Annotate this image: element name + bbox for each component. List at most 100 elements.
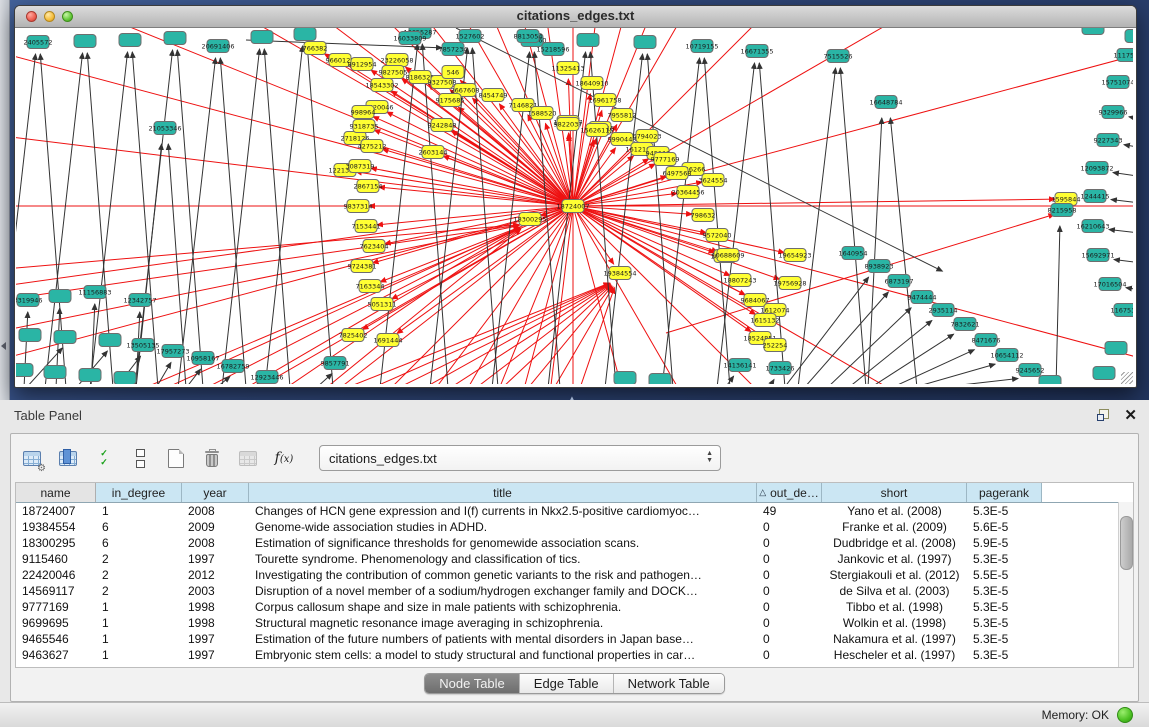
- cell-pagerank[interactable]: 5.6E-5: [967, 519, 1042, 535]
- tab-node-table[interactable]: Node Table: [425, 674, 520, 693]
- graph-node[interactable]: [119, 34, 141, 47]
- cell-out_degree[interactable]: 49: [757, 503, 822, 519]
- cell-in_degree[interactable]: 1: [96, 503, 182, 519]
- cell-year[interactable]: 1998: [182, 599, 249, 615]
- cell-short[interactable]: Nakamura et al. (1997): [822, 631, 967, 647]
- graph-node[interactable]: [1125, 30, 1133, 43]
- cell-out_degree[interactable]: 0: [757, 519, 822, 535]
- table-row[interactable]: 1456911722003Disruption of a novel membe…: [16, 583, 1133, 599]
- cell-name[interactable]: 19384554: [16, 519, 96, 535]
- cell-title[interactable]: Embryonic stem cells: a model to study s…: [249, 647, 757, 663]
- graph-node[interactable]: [1105, 342, 1127, 355]
- graph-node[interactable]: [614, 372, 636, 385]
- cell-pagerank[interactable]: 5.3E-5: [967, 583, 1042, 599]
- cell-out_degree[interactable]: 0: [757, 535, 822, 551]
- cell-short[interactable]: Franke et al. (2009): [822, 519, 967, 535]
- cell-in_degree[interactable]: 6: [96, 519, 182, 535]
- cell-in_degree[interactable]: 1: [96, 599, 182, 615]
- cell-title[interactable]: Corpus callosum shape and size in male p…: [249, 599, 757, 615]
- network-window[interactable]: citations_edges.txt 76638296601288912954…: [14, 5, 1137, 388]
- graph-node[interactable]: [1082, 28, 1104, 35]
- cell-title[interactable]: Structural magnetic resonance image aver…: [249, 615, 757, 631]
- tab-edge-table[interactable]: Edge Table: [520, 674, 614, 693]
- network-view[interactable]: 7663829660128891295423226058982750581863…: [16, 28, 1135, 386]
- cell-in_degree[interactable]: 2: [96, 551, 182, 567]
- graph-node[interactable]: [99, 334, 121, 347]
- graph-node[interactable]: [19, 329, 41, 342]
- cell-name[interactable]: 9777169: [16, 599, 96, 615]
- create-column-button[interactable]: [163, 444, 189, 472]
- cell-title[interactable]: Estimation of significance thresholds fo…: [249, 535, 757, 551]
- cell-year[interactable]: 2009: [182, 519, 249, 535]
- graph-node[interactable]: [649, 374, 671, 385]
- cell-pagerank[interactable]: 5.3E-5: [967, 599, 1042, 615]
- graph-node[interactable]: [74, 35, 96, 48]
- show-columns-button[interactable]: [55, 444, 81, 472]
- tab-network-table[interactable]: Network Table: [614, 674, 724, 693]
- cell-pagerank[interactable]: 5.3E-5: [967, 615, 1042, 631]
- graph-node[interactable]: [164, 32, 186, 45]
- table-selector-dropdown[interactable]: citations_edges.txt ▲▼: [319, 445, 721, 471]
- cell-in_degree[interactable]: 6: [96, 535, 182, 551]
- graph-node[interactable]: [294, 28, 316, 41]
- scrollbar-thumb[interactable]: [1120, 516, 1133, 570]
- cell-year[interactable]: 2008: [182, 503, 249, 519]
- cell-short[interactable]: Wolkin et al. (1998): [822, 615, 967, 631]
- cell-title[interactable]: Estimation of the future numbers of pati…: [249, 631, 757, 647]
- select-all-columns-button[interactable]: ✓✓: [91, 444, 117, 472]
- table-mode-button[interactable]: ⚙: [19, 444, 45, 472]
- column-header-name[interactable]: name: [16, 483, 96, 502]
- column-header-pagerank[interactable]: pagerank: [967, 483, 1042, 502]
- cell-pagerank[interactable]: 5.3E-5: [967, 631, 1042, 647]
- table-row[interactable]: 1830029562008Estimation of significance …: [16, 535, 1133, 551]
- cell-out_degree[interactable]: 0: [757, 599, 822, 615]
- cell-pagerank[interactable]: 5.3E-5: [967, 503, 1042, 519]
- cell-out_degree[interactable]: 0: [757, 631, 822, 647]
- cell-title[interactable]: Disruption of a novel member of a sodium…: [249, 583, 757, 599]
- cell-name[interactable]: 9699695: [16, 615, 96, 631]
- cell-title[interactable]: Changes of HCN gene expression and I(f) …: [249, 503, 757, 519]
- cell-out_degree[interactable]: 0: [757, 551, 822, 567]
- cell-in_degree[interactable]: 1: [96, 631, 182, 647]
- table-row[interactable]: 946362711997Embryonic stem cells: a mode…: [16, 647, 1133, 663]
- graph-node[interactable]: [1093, 367, 1115, 380]
- graph-node[interactable]: [54, 331, 76, 344]
- graph-node[interactable]: [16, 364, 33, 377]
- cell-year[interactable]: 1997: [182, 647, 249, 663]
- cell-pagerank[interactable]: 5.3E-5: [967, 551, 1042, 567]
- cell-out_degree[interactable]: 0: [757, 647, 822, 663]
- cell-name[interactable]: 9465546: [16, 631, 96, 647]
- cell-short[interactable]: Dudbridge et al. (2008): [822, 535, 967, 551]
- cell-in_degree[interactable]: 2: [96, 583, 182, 599]
- cell-year[interactable]: 2008: [182, 535, 249, 551]
- cell-name[interactable]: 18300295: [16, 535, 96, 551]
- cell-in_degree[interactable]: 1: [96, 647, 182, 663]
- float-panel-icon[interactable]: [1097, 409, 1109, 421]
- graph-node[interactable]: [79, 369, 101, 382]
- cell-year[interactable]: 1998: [182, 615, 249, 631]
- cell-title[interactable]: Tourette syndrome. Phenomenology and cla…: [249, 551, 757, 567]
- cell-out_degree[interactable]: 0: [757, 567, 822, 583]
- table-scrollbar[interactable]: [1118, 502, 1133, 667]
- column-header-year[interactable]: year: [182, 483, 249, 502]
- column-header-title[interactable]: title: [249, 483, 757, 502]
- graph-node[interactable]: [634, 36, 656, 49]
- close-panel-icon[interactable]: ✕: [1124, 406, 1137, 424]
- cell-name[interactable]: 22420046: [16, 567, 96, 583]
- cell-name[interactable]: 18724007: [16, 503, 96, 519]
- cell-in_degree[interactable]: 2: [96, 567, 182, 583]
- resize-grip[interactable]: [1121, 372, 1133, 384]
- cell-in_degree[interactable]: 1: [96, 615, 182, 631]
- network-canvas[interactable]: 7663829660128891295423226058982750581863…: [16, 28, 1133, 384]
- column-header-in_degree[interactable]: in_degree: [96, 483, 182, 502]
- cell-short[interactable]: Stergiakouli et al. (2012): [822, 567, 967, 583]
- collapse-arrow-icon[interactable]: [1, 342, 6, 350]
- column-header-out_degree[interactable]: △out_de…: [757, 483, 822, 502]
- cell-short[interactable]: Tibbo et al. (1998): [822, 599, 967, 615]
- table-row[interactable]: 946554611997Estimation of the future num…: [16, 631, 1133, 647]
- cell-year[interactable]: 2003: [182, 583, 249, 599]
- graph-node[interactable]: [1039, 376, 1061, 385]
- table-row[interactable]: 1872400712008Changes of HCN gene express…: [16, 503, 1133, 519]
- graph-node[interactable]: [251, 31, 273, 44]
- cell-year[interactable]: 1997: [182, 631, 249, 647]
